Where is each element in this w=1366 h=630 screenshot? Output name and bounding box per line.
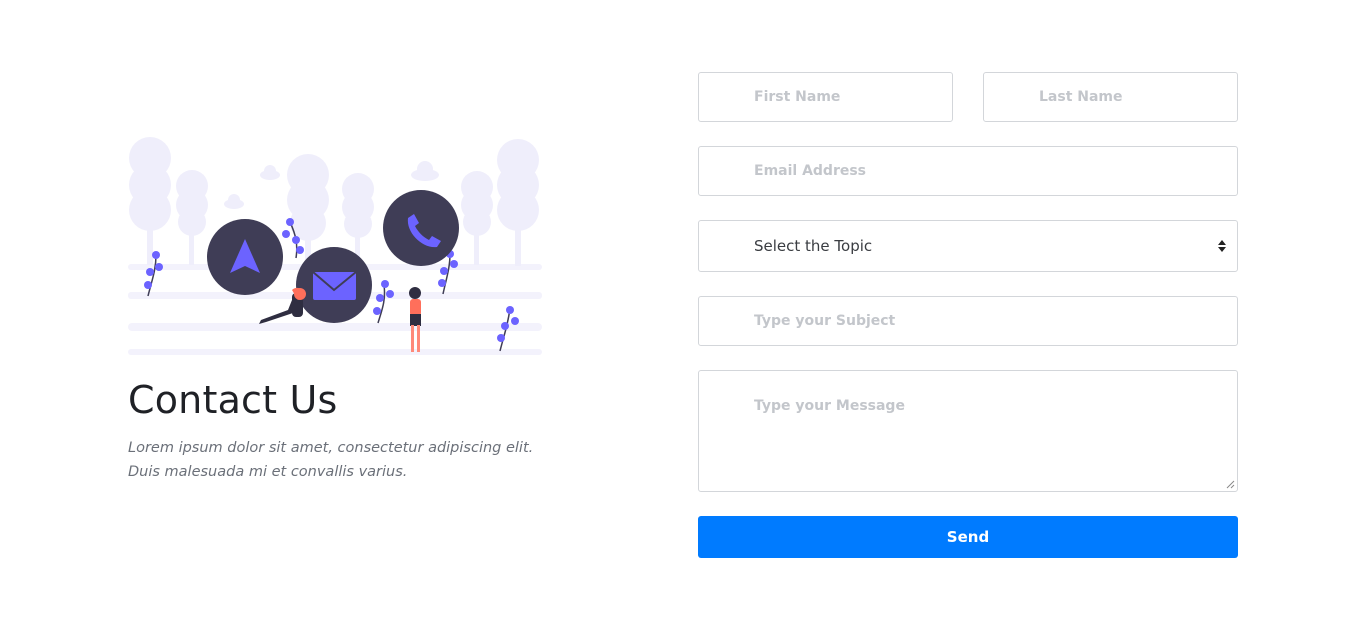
subject-input[interactable]: [699, 297, 1237, 345]
resize-handle-icon[interactable]: [1226, 480, 1235, 489]
page-title: Contact Us: [128, 378, 338, 422]
sort-caret-icon: [1218, 240, 1226, 252]
topic-select-wrapper: Select the Topic: [698, 220, 1238, 272]
message-field-wrapper: [698, 370, 1238, 492]
subject-field-wrapper: [698, 296, 1238, 346]
contact-info-section: Contact Us Lorem ipsum dolor sit amet, c…: [128, 130, 548, 484]
contact-description: Lorem ipsum dolor sit amet, consectetur …: [128, 436, 548, 484]
email-input[interactable]: [699, 147, 1237, 195]
topic-select[interactable]: Select the Topic: [699, 221, 1237, 271]
last-name-input[interactable]: [984, 73, 1237, 121]
first-name-field-wrapper: [698, 72, 953, 122]
first-name-input[interactable]: [699, 73, 952, 121]
description-line-2: Duis malesuada mi et convallis varius.: [128, 464, 408, 480]
contact-illustration: [128, 137, 542, 355]
last-name-field-wrapper: [983, 72, 1238, 122]
description-line-1: Lorem ipsum dolor sit amet, consectetur …: [128, 440, 534, 456]
email-field-wrapper: [698, 146, 1238, 196]
send-button[interactable]: Send: [698, 516, 1238, 558]
envelope-icon: [312, 271, 357, 300]
message-textarea[interactable]: [699, 371, 1237, 491]
